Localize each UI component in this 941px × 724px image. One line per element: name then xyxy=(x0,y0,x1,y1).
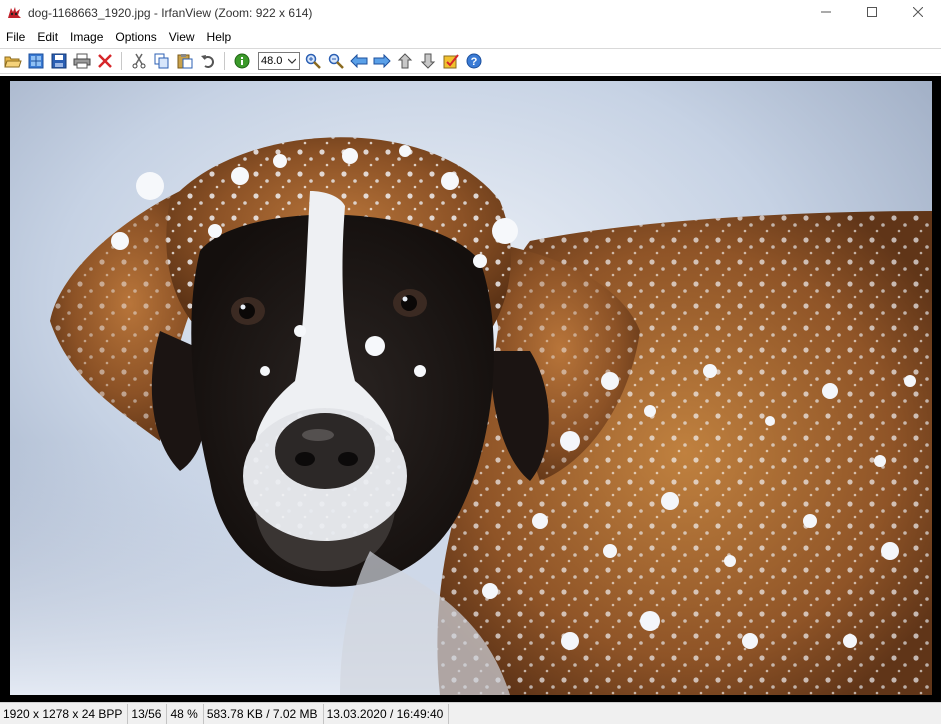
cut-icon[interactable] xyxy=(129,51,149,71)
menu-edit[interactable]: Edit xyxy=(31,27,64,47)
previous-dir-icon[interactable] xyxy=(395,51,415,71)
open-folder-icon[interactable] xyxy=(3,51,23,71)
maximize-button[interactable] xyxy=(849,0,895,26)
dog-photo-drawing xyxy=(10,81,932,695)
zoom-select-value: 48.0 xyxy=(261,55,283,67)
image-viewport[interactable] xyxy=(0,76,941,702)
title-bar[interactable]: dog-1168663_1920.jpg - IrfanView (Zoom: … xyxy=(0,0,941,26)
zoom-select[interactable]: 48.0 xyxy=(258,52,300,70)
toolbar: 48.0 ? xyxy=(0,48,941,74)
status-bar: 1920 x 1278 x 24 BPP 13/56 48 % 583.78 K… xyxy=(0,702,941,724)
toolbar-separator xyxy=(121,52,122,70)
zoom-in-icon[interactable] xyxy=(303,51,323,71)
svg-text:?: ? xyxy=(471,56,478,68)
properties-icon[interactable] xyxy=(441,51,461,71)
menu-options[interactable]: Options xyxy=(109,27,162,47)
menu-file[interactable]: File xyxy=(0,27,31,47)
next-icon[interactable] xyxy=(372,51,392,71)
dog-photo xyxy=(10,81,932,695)
minimize-button[interactable] xyxy=(803,0,849,26)
status-datetime: 13.03.2020 / 16:49:40 xyxy=(324,703,450,724)
undo-icon[interactable] xyxy=(198,51,218,71)
print-icon[interactable] xyxy=(72,51,92,71)
minimize-icon xyxy=(821,4,831,22)
irfanview-window: dog-1168663_1920.jpg - IrfanView (Zoom: … xyxy=(0,0,941,724)
chevron-down-icon[interactable] xyxy=(286,54,298,68)
status-file-size: 583.78 KB / 7.02 MB xyxy=(204,703,324,724)
menu-image[interactable]: Image xyxy=(64,27,109,47)
window-controls xyxy=(803,0,941,26)
maximize-icon xyxy=(867,4,877,22)
toolbar-separator xyxy=(224,52,225,70)
save-icon[interactable] xyxy=(49,51,69,71)
info-icon[interactable] xyxy=(232,51,252,71)
zoom-out-icon[interactable] xyxy=(326,51,346,71)
menu-view[interactable]: View xyxy=(163,27,201,47)
status-index: 13/56 xyxy=(128,703,168,724)
delete-icon[interactable] xyxy=(95,51,115,71)
irfanview-cat-icon[interactable] xyxy=(6,5,22,21)
close-button[interactable] xyxy=(895,0,941,26)
copy-icon[interactable] xyxy=(152,51,172,71)
next-dir-icon[interactable] xyxy=(418,51,438,71)
thumbnails-icon[interactable] xyxy=(26,51,46,71)
help-icon[interactable]: ? xyxy=(464,51,484,71)
close-icon xyxy=(912,4,924,22)
previous-icon[interactable] xyxy=(349,51,369,71)
paste-icon[interactable] xyxy=(175,51,195,71)
status-dimensions: 1920 x 1278 x 24 BPP xyxy=(0,703,129,724)
menu-help[interactable]: Help xyxy=(201,27,238,47)
status-zoom: 48 % xyxy=(167,703,204,724)
menu-bar: File Edit Image Options View Help xyxy=(0,27,941,47)
window-title: dog-1168663_1920.jpg - IrfanView (Zoom: … xyxy=(28,6,313,20)
